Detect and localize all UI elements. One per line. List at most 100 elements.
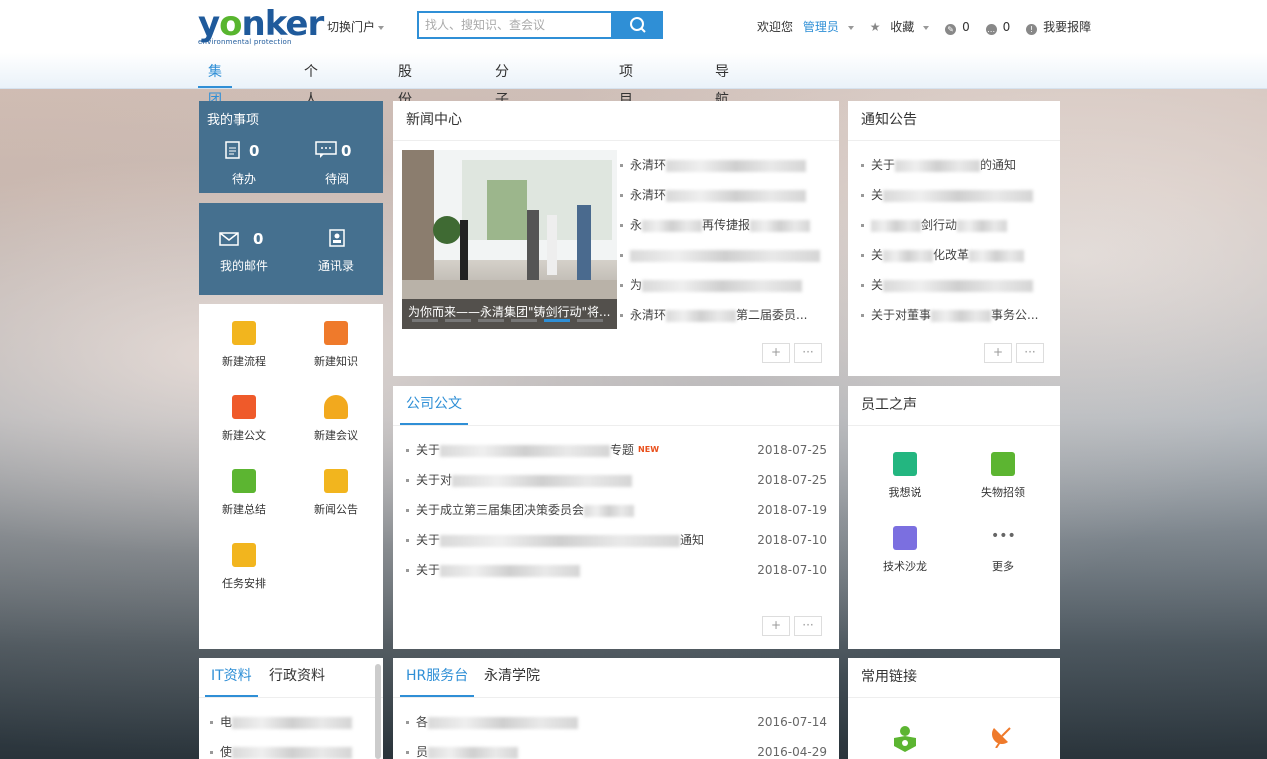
carousel-dot[interactable] [478,319,504,322]
company-docs-list: 关于 专题 NEW 2018-07-25 关于对 2018-07-25 关于成立第三届集… [406,435,827,585]
list-item[interactable]: 关化改革 [861,240,1056,270]
news-center-panel: 新闻中心 为你而来——永清集团"铸剑行动"将... 永清环 永清环 永再传捷报 … [393,101,839,376]
more-button[interactable]: ··· [794,343,822,363]
todo-count[interactable]: 0 [249,142,259,160]
favorites-menu[interactable]: ★ 收藏 [870,20,936,34]
search-input[interactable] [419,13,611,37]
tab-admin-docs[interactable]: 行政资料 [263,658,331,695]
tab-subsidiary-portal[interactable]: 分子公司门户 [485,58,519,220]
chevron-down-icon [847,25,854,30]
add-button[interactable]: + [984,343,1012,363]
mail-label[interactable]: 我的邮件 [220,257,268,274]
list-item[interactable]: 关于 的通知 [861,150,1056,180]
list-item[interactable]: 使 [210,737,370,759]
hr-panel: HR服务台 永清学院 各 2016-07-14 员 2016-04-29 [393,658,839,759]
employee-voice-title: 员工之声 [848,386,1060,426]
list-item[interactable] [620,240,830,270]
tab-it-docs[interactable]: IT资料 [205,658,258,697]
hand-icon [991,452,1015,476]
carousel-dot[interactable] [412,319,438,322]
list-item[interactable]: 关 [861,180,1056,210]
shield-user-icon[interactable] [892,724,918,752]
new-process-button[interactable]: 新建流程 [199,321,289,369]
contacts-label[interactable]: 通讯录 [318,257,354,274]
new-badge: NEW [638,445,660,454]
satellite-icon[interactable] [990,724,1014,748]
list-item[interactable]: 永清环 [620,150,830,180]
tab-shares-portal[interactable]: 股份门户 [388,58,422,164]
list-item[interactable]: 关于对董事 事务公... [861,300,1056,330]
i-want-to-say-button[interactable]: 我想说 [860,452,950,500]
table-row[interactable]: 关于 2018-07-10 [406,555,827,585]
tab-project-portal[interactable]: 项目门户 [609,58,643,164]
list-item[interactable]: 永清环 [620,180,830,210]
list-item[interactable]: 剑行动 [861,210,1056,240]
scrollbar[interactable] [375,664,381,759]
my-items-title: 我的事项 [207,113,260,128]
tab-group-portal[interactable]: 集团门户 [198,58,232,164]
list-item[interactable]: 电 [210,707,370,737]
carousel-dot[interactable] [577,319,603,322]
toread-count[interactable]: 0 [341,142,351,160]
more-voice-button[interactable]: ••• 更多 [958,526,1048,574]
quick-actions-panel: 新建流程 新建知识 新建公文 新建会议 新建总结 新闻公告 任务安排 [199,304,383,649]
document-icon [225,141,240,159]
tab-hr-service[interactable]: HR服务台 [400,658,475,697]
my-items-panel: 我的事项 0 待办 0 待阅 [199,101,383,193]
alert-icon: ! [1026,24,1038,35]
notice-count[interactable]: ✎ 0 [945,20,976,35]
lost-and-found-button[interactable]: 失物招领 [958,452,1048,500]
list-item[interactable]: 永清环 第二届委员... [620,300,830,330]
tab-navigation-portal[interactable]: 导航门户 [705,58,739,164]
task-arrange-button[interactable]: 任务安排 [199,543,289,591]
report-issue-link[interactable]: ! 我要报障 [1026,20,1097,35]
user-meeting-icon [324,395,348,419]
table-row[interactable]: 关于成立第三届集团决策委员会 2018-07-19 [406,495,827,525]
table-row[interactable]: 员 2016-04-29 [406,737,827,759]
news-carousel-image[interactable]: 为你而来——永清集团"铸剑行动"将... [402,150,617,329]
table-row[interactable]: 关于 专题 NEW 2018-07-25 [406,435,827,465]
carousel-dot[interactable] [544,319,570,322]
briefcase-icon [232,395,256,419]
add-button[interactable]: + [762,343,790,363]
add-button[interactable]: + [762,616,790,636]
edit-icon [232,321,256,345]
mail-icon [219,232,239,246]
carousel-dot[interactable] [511,319,537,322]
search-button[interactable] [613,11,663,39]
it-docs-list: 电 使 [210,707,370,759]
new-summary-button[interactable]: 新建总结 [199,469,289,517]
tech-salon-button[interactable]: 技术沙龙 [860,526,950,574]
carousel-indicators [412,311,610,325]
message-count[interactable]: … 0 [985,20,1017,35]
new-document-button[interactable]: 新建公文 [199,395,289,443]
todo-label[interactable]: 待办 [232,170,256,187]
news-center-title: 新闻中心 [393,101,839,141]
list-item[interactable]: 为 [620,270,830,300]
mail-count[interactable]: 0 [253,230,263,248]
toread-label[interactable]: 待阅 [325,170,349,187]
pen-icon [232,469,256,493]
tab-personal-portal[interactable]: 个人门户 [294,58,328,164]
new-meeting-button[interactable]: 新建会议 [291,395,381,443]
tab-yonker-academy[interactable]: 永清学院 [478,658,546,695]
more-button[interactable]: ··· [1016,343,1044,363]
new-knowledge-button[interactable]: 新建知识 [291,321,381,369]
book-icon [324,321,348,345]
table-row[interactable]: 关于对 2018-07-25 [406,465,827,495]
table-row[interactable]: 关于 通知 2018-07-10 [406,525,827,555]
list-item[interactable]: 关 [861,270,1056,300]
switch-portal-dropdown[interactable]: 切换门户 [327,18,385,35]
chevron-down-icon [923,25,930,30]
tab-company-docs[interactable]: 公司公文 [400,386,468,425]
more-button[interactable]: ··· [794,616,822,636]
carousel-dot[interactable] [445,319,471,322]
table-row[interactable]: 各 2016-07-14 [406,707,827,737]
chevron-down-icon [378,25,385,30]
list-item[interactable]: 永再传捷报 [620,210,830,240]
news-list: 永清环 永清环 永再传捷报 为 永清环 第二届委员... [620,150,830,330]
news-notice-button[interactable]: 新闻公告 [291,469,381,517]
user-menu[interactable]: 管理员 [803,20,860,34]
links-panel: 常用链接 [848,658,1060,759]
yonker-logo[interactable]: yonker environmental protection [198,7,324,46]
